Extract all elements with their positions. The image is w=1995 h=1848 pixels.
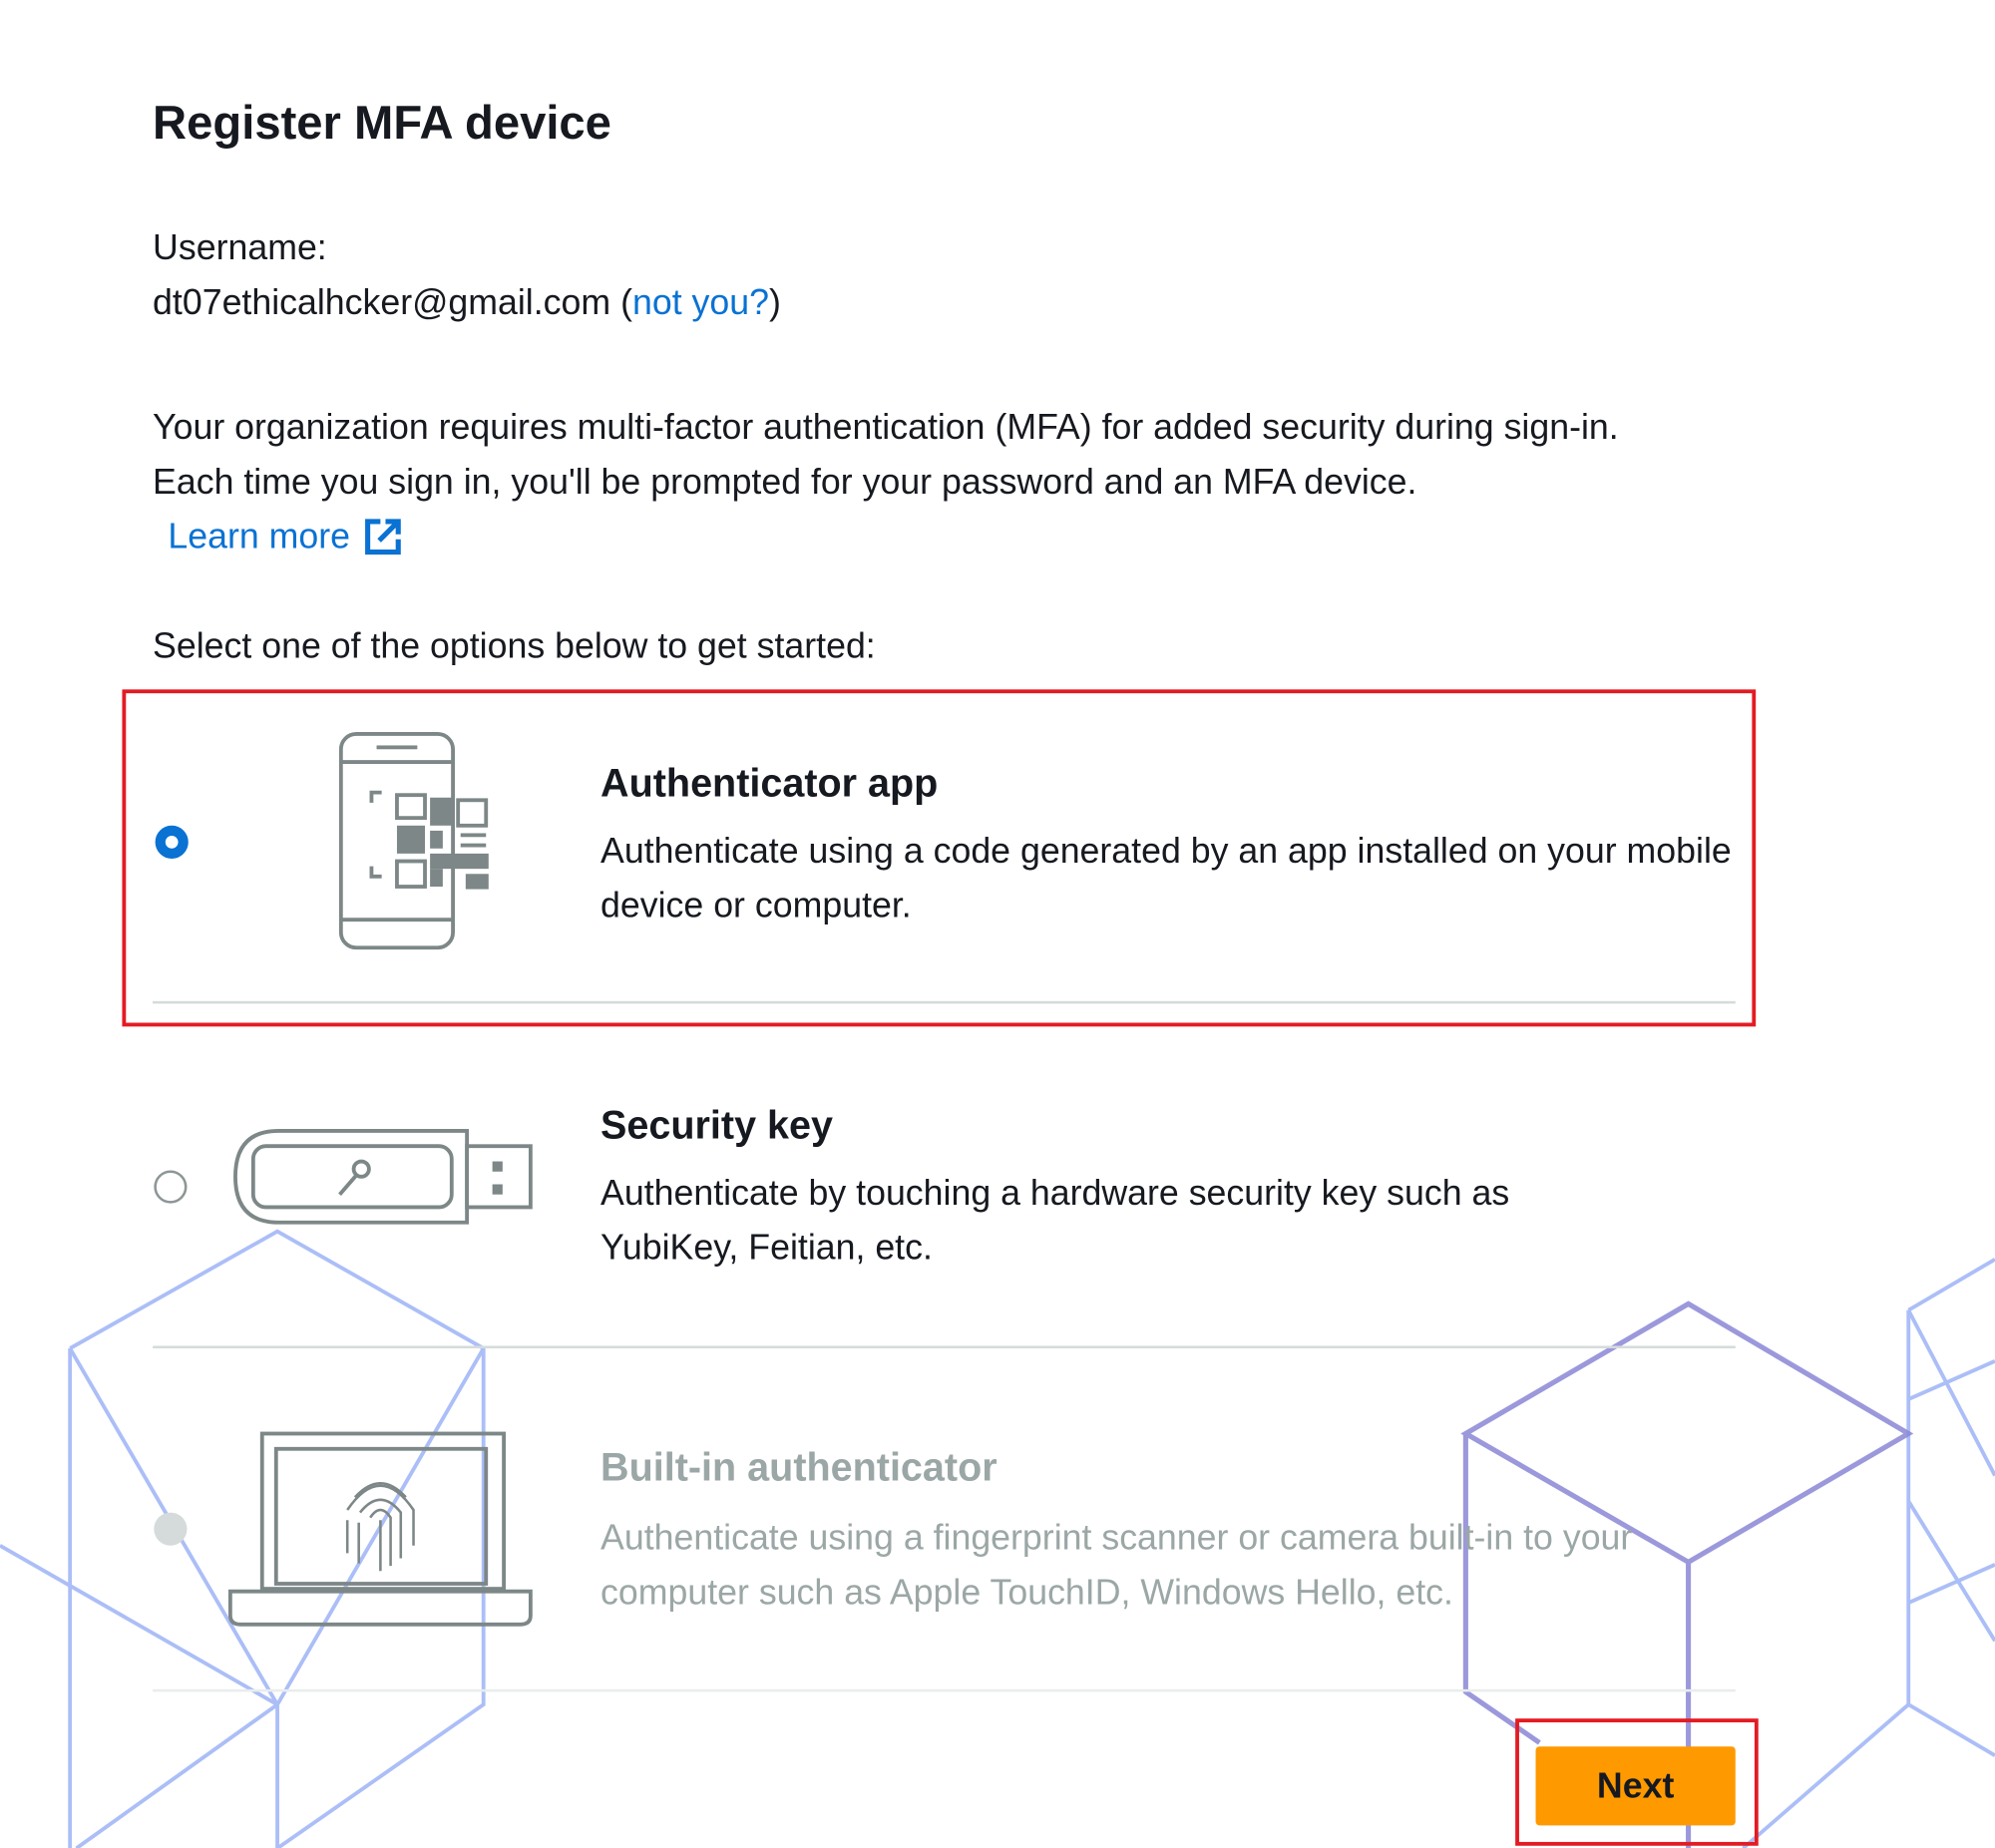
- radio-built-in-authenticator: [154, 1512, 188, 1546]
- highlight-box: [122, 689, 1757, 1027]
- paren-close: ): [768, 282, 781, 322]
- select-prompt: Select one of the options below to get s…: [153, 625, 876, 666]
- external-link-icon: [365, 518, 402, 554]
- option-title: Built-in authenticator: [600, 1444, 998, 1490]
- option-title: Security key: [600, 1102, 834, 1148]
- divider: [153, 1688, 1736, 1692]
- usb-key-icon: [233, 1129, 533, 1225]
- learn-more-link[interactable]: Learn more: [168, 509, 403, 563]
- laptop-fingerprint-icon: [227, 1431, 533, 1627]
- username-label: Username:: [153, 227, 327, 267]
- learn-more-label: Learn more: [168, 516, 351, 556]
- option-description: Authenticate by touching a hardware secu…: [600, 1173, 1510, 1268]
- page-title: Register MFA device: [153, 96, 611, 150]
- not-you-link[interactable]: not you?: [632, 282, 769, 322]
- paren-open: (: [620, 282, 632, 322]
- divider: [153, 1345, 1736, 1349]
- radio-security-key[interactable]: [154, 1170, 188, 1204]
- username-value: dt07ethicalhcker@gmail.com: [153, 282, 611, 322]
- username-line: dt07ethicalhcker@gmail.com (not you?): [153, 275, 781, 330]
- next-highlight-box: [1515, 1718, 1759, 1846]
- option-description: Authenticate using a fingerprint scanner…: [600, 1517, 1633, 1613]
- mfa-description: Your organization requires multi-factor …: [153, 407, 1619, 502]
